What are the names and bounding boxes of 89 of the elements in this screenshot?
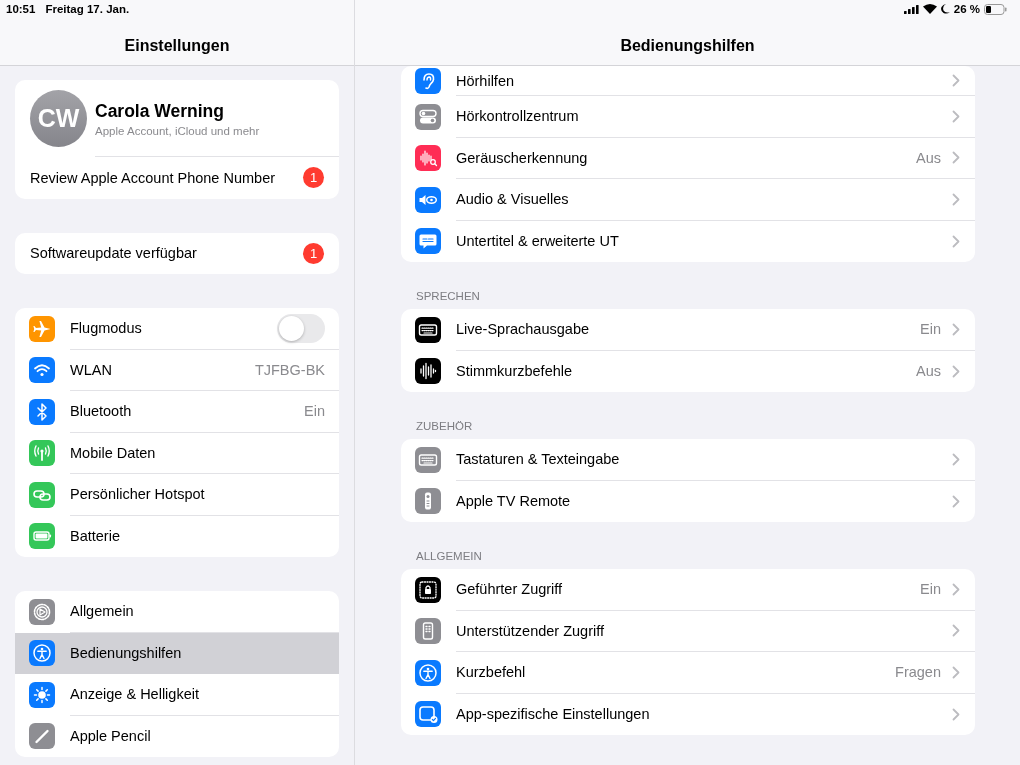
sidebar-item[interactable]: Flugmodus — [15, 308, 339, 350]
row-label: Anzeige & Helligkeit — [70, 686, 200, 703]
row-label: WLAN — [70, 361, 113, 378]
signal-icon — [903, 4, 919, 14]
chevron-icon — [952, 74, 960, 87]
sidebar-item[interactable]: Apple Pencil — [15, 715, 339, 757]
settings-row[interactable]: Untertitel & erweiterte UT — [401, 220, 975, 262]
sidebar-item[interactable]: Persönlicher Hotspot — [15, 474, 339, 516]
row-value: Ein — [920, 321, 941, 338]
chevron-icon — [952, 234, 960, 248]
row-value: Aus — [916, 149, 941, 166]
settings-row[interactable]: Hörhilfen — [401, 66, 975, 96]
settings-row[interactable]: Hörkontrollzentrum — [401, 96, 975, 138]
row-label: Mobile Daten — [70, 444, 157, 461]
sidebar-item[interactable]: Allgemein — [15, 591, 339, 633]
chevron-icon — [952, 624, 960, 638]
sidebar-item[interactable]: Anzeige & Helligkeit — [15, 674, 339, 716]
row-label: Bedienungshilfen — [70, 644, 183, 661]
row-value: TJFBG-BK — [254, 361, 325, 378]
battery-percent: 26 % — [953, 3, 980, 15]
account-name: Carola Werning — [95, 100, 225, 122]
section-header: ZUBEHÖR — [416, 420, 473, 432]
row-label: Review Apple Account Phone Number — [30, 169, 277, 186]
chevron-icon — [952, 151, 960, 165]
row-label: Apple Pencil — [70, 728, 152, 745]
row-label: Softwareupdate verfügbar — [30, 245, 198, 262]
page-title: Bedienungshilfen — [620, 36, 755, 55]
row-value: Aus — [916, 363, 941, 380]
chevron-icon — [952, 452, 960, 466]
settings-row[interactable]: Unterstützender Zugriff — [401, 610, 975, 652]
settings-row[interactable]: Geführter Zugriff Ein — [401, 569, 975, 611]
account-notice-row[interactable]: Review Apple Account Phone Number 1 — [15, 157, 339, 199]
sidebar-item[interactable]: Mobile Daten — [15, 432, 339, 474]
settings-row[interactable]: Stimmkurzbefehle Aus — [401, 350, 975, 392]
row-label: Hörkontrollzentrum — [456, 108, 580, 125]
row-label: Untertitel & erweiterte UT — [456, 233, 620, 250]
toggle-switch[interactable] — [277, 313, 325, 343]
battery-icon — [984, 3, 1007, 15]
chevron-icon — [952, 322, 960, 336]
notification-badge: 1 — [303, 242, 324, 264]
row-label: Live-Sprachausgabe — [456, 321, 590, 338]
row-label: Audio & Visuelles — [456, 191, 570, 208]
sidebar-item[interactable]: WLAN TJFBG-BK — [15, 349, 339, 391]
chevron-icon — [952, 707, 960, 721]
row-label: Kurzbefehl — [456, 664, 527, 681]
row-label: Geführter Zugriff — [456, 581, 564, 598]
row-value: Ein — [304, 403, 325, 420]
moon-icon — [940, 4, 950, 14]
status-date: Freitag 17. Jan. — [45, 3, 130, 15]
row-value: Ein — [920, 581, 941, 598]
chevron-icon — [952, 582, 960, 596]
row-label: Bluetooth — [70, 403, 133, 420]
row-label: Apple TV Remote — [456, 493, 572, 510]
sidebar-item[interactable]: Bedienungshilfen — [15, 632, 339, 674]
settings-row[interactable]: Live-Sprachausgabe Ein — [401, 309, 975, 351]
status-time: 10:51 — [6, 3, 36, 15]
update-row[interactable]: Softwareupdate verfügbar 1 — [15, 232, 339, 274]
row-label: Flugmodus — [70, 320, 143, 337]
account-row[interactable]: CW Carola Werning Apple Account, iCloud und mehr — [15, 80, 339, 156]
row-label: App-spezifische Einstellungen — [456, 706, 651, 723]
sidebar-title: Einstellungen — [124, 36, 230, 55]
row-label: Hörhilfen — [456, 72, 516, 89]
row-label: Unterstützender Zugriff — [456, 622, 606, 639]
sidebar-item[interactable]: Bluetooth Ein — [15, 391, 339, 433]
chevron-icon — [952, 109, 960, 123]
notification-badge: 1 — [303, 167, 324, 189]
chevron-icon — [952, 192, 960, 206]
row-label: Stimmkurzbefehle — [456, 363, 574, 380]
wifi-icon — [922, 4, 937, 14]
chevron-icon — [952, 364, 960, 378]
sidebar-item[interactable]: Batterie — [15, 515, 339, 557]
settings-row[interactable]: Geräuscherkennung Aus — [401, 137, 975, 179]
row-value: Fragen — [895, 664, 941, 681]
row-label: Allgemein — [70, 603, 135, 620]
row-label: Persönlicher Hotspot — [70, 486, 206, 503]
chevron-icon — [952, 665, 960, 679]
row-label: Tastaturen & Texteingabe — [456, 451, 621, 468]
row-label: Batterie — [70, 528, 121, 545]
settings-row[interactable]: Tastaturen & Texteingabe — [401, 439, 975, 481]
account-subtitle: Apple Account, iCloud und mehr — [95, 124, 260, 137]
settings-row[interactable]: Audio & Visuelles — [401, 179, 975, 221]
settings-row[interactable]: Apple TV Remote — [401, 480, 975, 522]
settings-row[interactable]: App-spezifische Einstellungen — [401, 693, 975, 735]
avatar: CW — [30, 90, 87, 147]
section-header: SPRECHEN — [416, 290, 480, 302]
chevron-icon — [952, 494, 960, 508]
row-label: Geräuscherkennung — [456, 149, 589, 166]
section-header: ALLGEMEIN — [416, 550, 482, 562]
settings-row[interactable]: Kurzbefehl Fragen — [401, 652, 975, 694]
